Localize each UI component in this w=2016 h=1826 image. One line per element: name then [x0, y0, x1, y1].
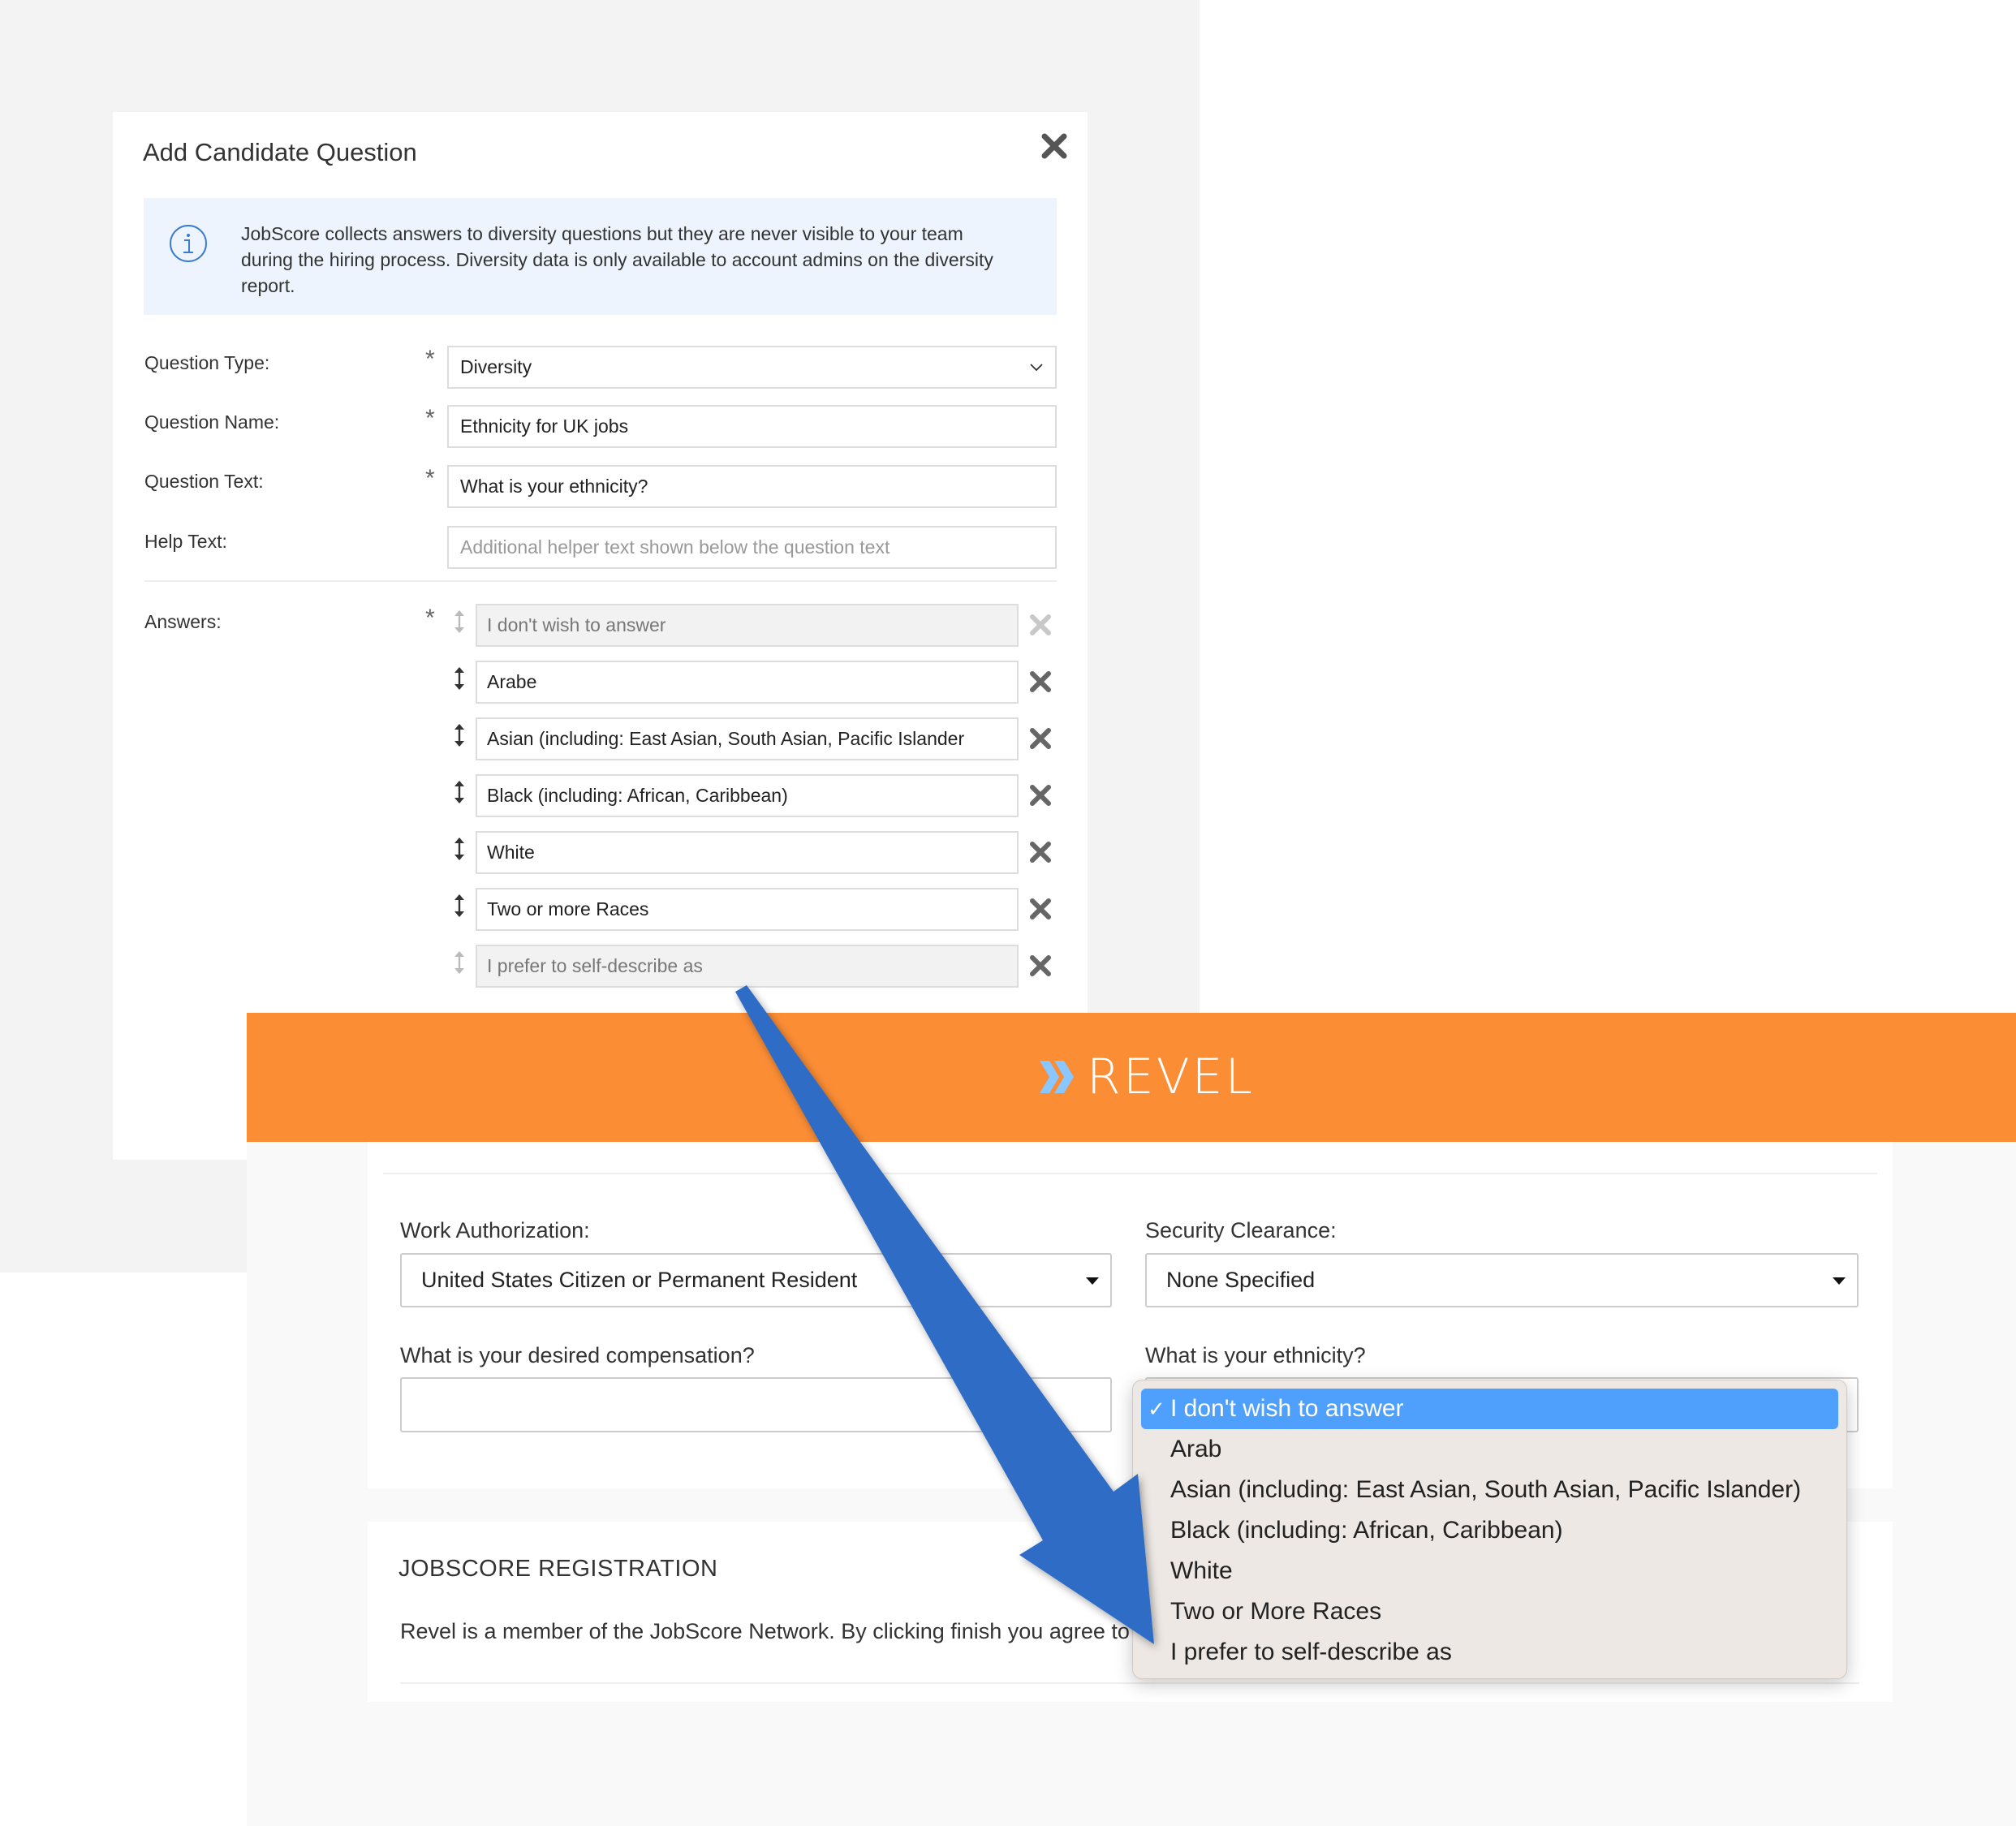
dropdown-option[interactable]: Black (including: African, Caribbean): [1141, 1510, 1838, 1551]
divider: [383, 1173, 1877, 1174]
question-text-label: Question Text:: [144, 471, 264, 492]
dropdown-option[interactable]: Two or More Races: [1141, 1591, 1838, 1632]
answer-input[interactable]: I don't wish to answer: [476, 604, 1019, 647]
answer-row: I prefer to self-describe as: [113, 945, 1088, 988]
remove-answer-icon[interactable]: [1028, 783, 1053, 807]
modal-title: Add Candidate Question: [143, 138, 417, 166]
dropdown-option-label: I prefer to self-describe as: [1170, 1639, 1452, 1665]
answer-input[interactable]: I prefer to self-describe as: [476, 945, 1019, 988]
help-text-input[interactable]: Additional helper text shown below the q…: [447, 526, 1057, 569]
work-authorization-select[interactable]: United States Citizen or Permanent Resid…: [400, 1253, 1112, 1307]
add-candidate-question-modal: Add Candidate Question JobScore collects…: [113, 112, 1088, 1160]
work-authorization-label: Work Authorization:: [400, 1218, 590, 1242]
drag-handle-icon[interactable]: [452, 722, 467, 748]
dropdown-option[interactable]: I prefer to self-describe as: [1141, 1632, 1838, 1673]
remove-answer-icon[interactable]: [1028, 726, 1053, 751]
answer-row: Two or more Races: [113, 888, 1088, 931]
question-type-select[interactable]: Diversity: [447, 346, 1057, 389]
answer-input[interactable]: Asian (including: East Asian, South Asia…: [476, 717, 1019, 760]
dropdown-option-label: I don't wish to answer: [1170, 1395, 1404, 1422]
answer-input[interactable]: Two or more Races: [476, 888, 1019, 931]
drag-handle-icon[interactable]: [452, 950, 467, 975]
drag-handle-icon[interactable]: [452, 779, 467, 805]
security-clearance-value: None Specified: [1166, 1268, 1316, 1292]
ethnicity-label: What is your ethnicity?: [1145, 1343, 1366, 1367]
answer-input[interactable]: Arabe: [476, 661, 1019, 704]
caret-down-icon: [1833, 1277, 1846, 1285]
dropdown-option[interactable]: White: [1141, 1551, 1838, 1591]
question-type-label: Question Type:: [144, 352, 270, 373]
dropdown-option-label: Asian (including: East Asian, South Asia…: [1170, 1476, 1802, 1503]
dropdown-option-label: Black (including: African, Caribbean): [1170, 1517, 1563, 1544]
divider: [144, 580, 1057, 582]
drag-handle-icon[interactable]: [452, 893, 467, 919]
required-marker: *: [425, 465, 435, 492]
drag-handle-icon[interactable]: [452, 836, 467, 862]
double-chevron-icon: [1040, 1061, 1074, 1093]
remove-answer-icon[interactable]: [1028, 954, 1053, 978]
help-text-label: Help Text:: [144, 531, 227, 552]
registration-title: JOBSCORE REGISTRATION: [398, 1556, 718, 1582]
answer-row: I don't wish to answer: [113, 604, 1088, 647]
info-banner: JobScore collects answers to diversity q…: [144, 198, 1057, 315]
close-icon: [1041, 133, 1067, 159]
info-icon: [170, 225, 207, 262]
compensation-input[interactable]: [400, 1377, 1112, 1432]
drag-handle-icon[interactable]: [452, 609, 467, 635]
answer-row: Black (including: African, Caribbean): [113, 774, 1088, 817]
caret-down-icon: [1086, 1277, 1099, 1285]
revel-header: REVEL: [247, 1013, 2016, 1142]
dropdown-option-label: White: [1170, 1557, 1233, 1584]
remove-answer-icon[interactable]: [1028, 840, 1053, 864]
remove-answer-icon[interactable]: [1028, 613, 1053, 637]
question-name-input[interactable]: Ethnicity for UK jobs: [447, 405, 1057, 448]
answer-row: Arabe: [113, 661, 1088, 704]
revel-logo: REVEL: [1038, 1049, 1255, 1105]
dropdown-option-label: Two or More Races: [1170, 1598, 1382, 1625]
divider: [400, 1682, 1859, 1684]
answer-row: Asian (including: East Asian, South Asia…: [113, 717, 1088, 760]
required-marker: *: [425, 405, 435, 432]
work-authorization-value: United States Citizen or Permanent Resid…: [421, 1268, 858, 1292]
remove-answer-icon[interactable]: [1028, 670, 1053, 694]
dropdown-option[interactable]: Asian (including: East Asian, South Asia…: [1141, 1470, 1838, 1510]
close-button[interactable]: [1038, 130, 1070, 162]
question-text-input[interactable]: What is your ethnicity?: [447, 465, 1057, 508]
security-clearance-select[interactable]: None Specified: [1145, 1253, 1859, 1307]
drag-handle-icon[interactable]: [452, 665, 467, 691]
dropdown-option-label: Arab: [1170, 1436, 1222, 1462]
checkmark-icon: ✓: [1148, 1397, 1165, 1421]
compensation-label: What is your desired compensation?: [400, 1343, 755, 1367]
ethnicity-dropdown-menu: ✓ I don't wish to answer Arab Asian (includ…: [1132, 1380, 1847, 1679]
answer-input[interactable]: Black (including: African, Caribbean): [476, 774, 1019, 817]
chevron-down-icon: [1030, 364, 1043, 372]
brand-name: REVEL: [1087, 1049, 1255, 1105]
security-clearance-label: Security Clearance:: [1145, 1218, 1337, 1242]
answer-row: White: [113, 831, 1088, 874]
dropdown-option[interactable]: ✓ I don't wish to answer: [1141, 1389, 1838, 1429]
dropdown-option[interactable]: Arab: [1141, 1429, 1838, 1470]
answer-input[interactable]: White: [476, 831, 1019, 874]
question-name-label: Question Name:: [144, 411, 280, 433]
remove-answer-icon[interactable]: [1028, 897, 1053, 921]
info-text: JobScore collects answers to diversity q…: [241, 223, 993, 296]
registration-text: Revel is a member of the JobScore Networ…: [400, 1619, 1171, 1643]
required-marker: *: [425, 346, 435, 373]
question-type-value: Diversity: [460, 356, 532, 377]
